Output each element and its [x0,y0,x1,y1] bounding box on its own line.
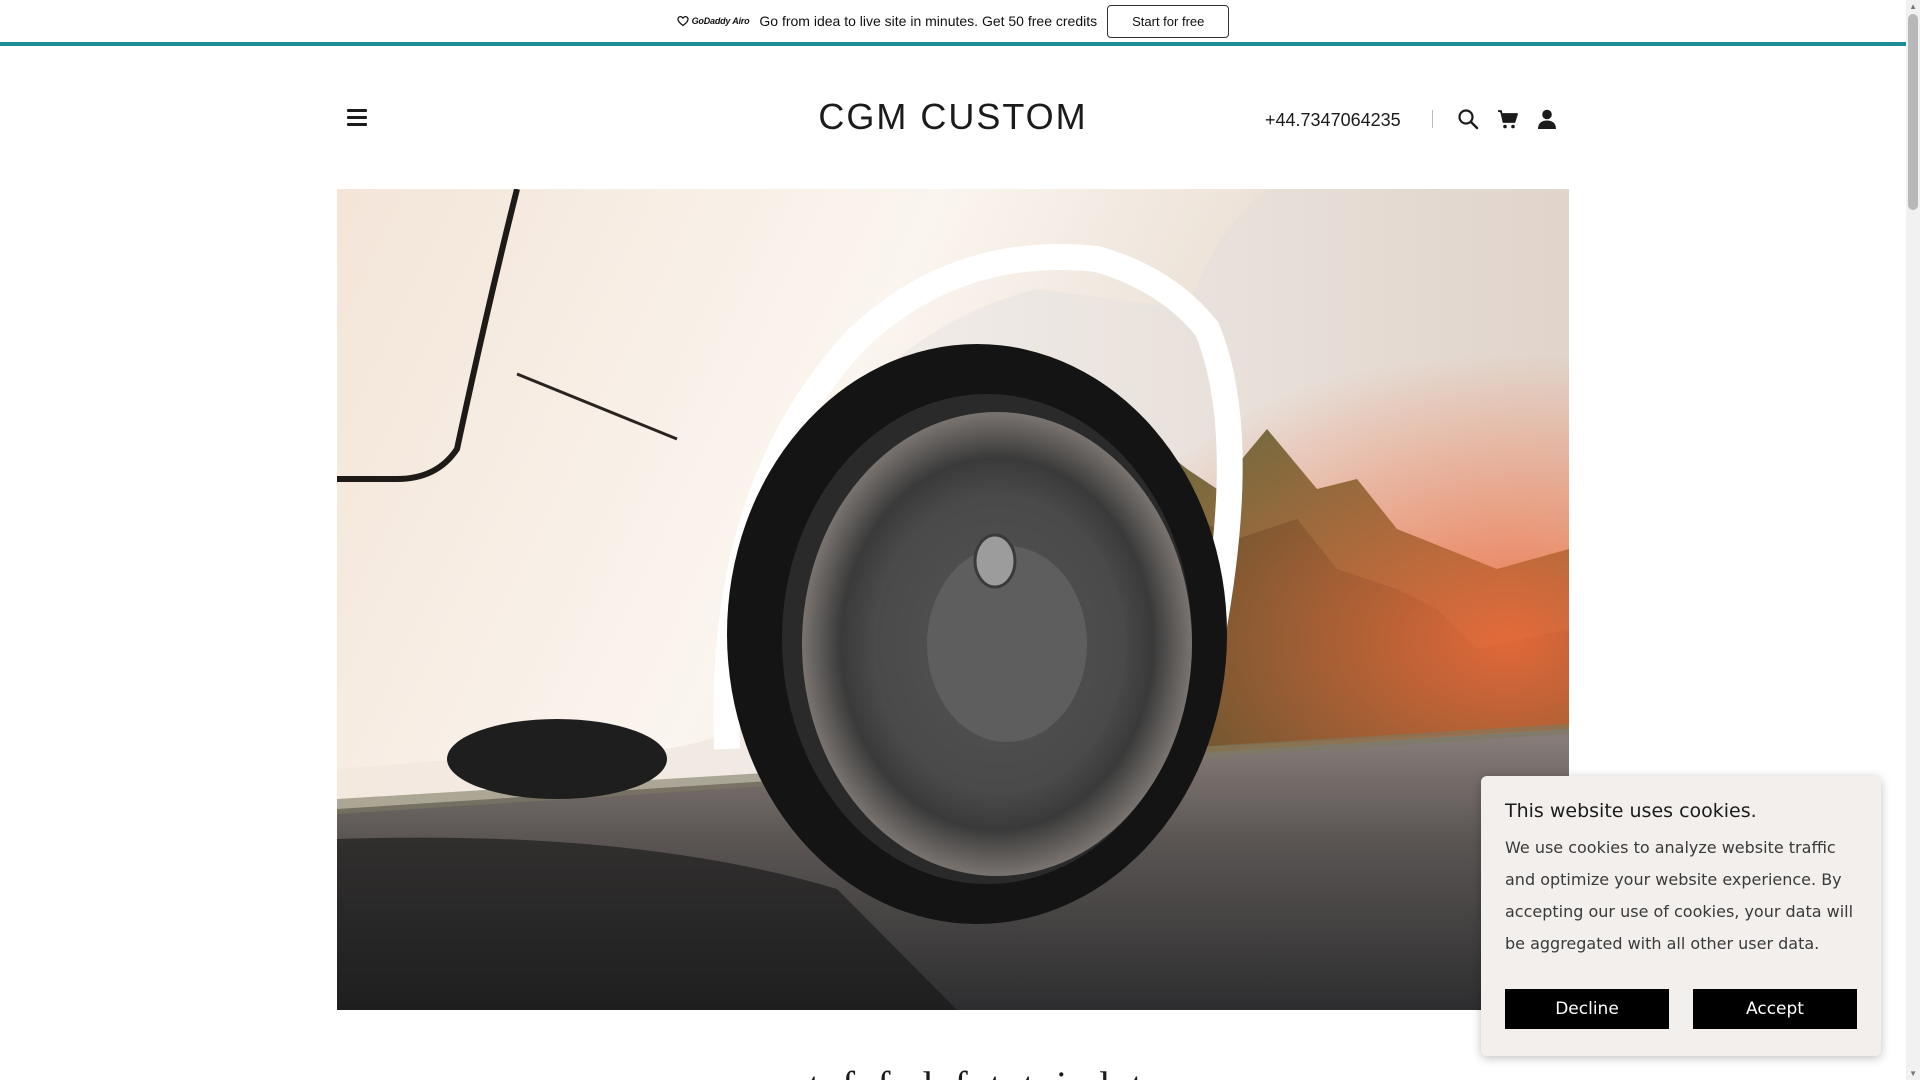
cart-icon[interactable] [1497,108,1519,130]
search-icon[interactable] [1457,108,1479,130]
hero-image [337,189,1569,1010]
scroll-down-arrow-icon[interactable]: ▼ [1909,1069,1917,1078]
heart-logo-icon [676,15,689,27]
page-scrollbar[interactable]: ▲ ▼ [1906,0,1920,1080]
start-for-free-button[interactable]: Start for free [1107,4,1230,38]
promo-bar: GoDaddy Airo Go from idea to live site i… [0,0,1906,46]
promo-message: Go from idea to live site in minutes. Ge… [759,13,1098,29]
header-divider [1432,110,1433,128]
decline-button[interactable]: Decline [1505,989,1669,1029]
cookie-consent-popup: This website uses cookies. We use cookie… [1481,776,1881,1056]
phone-number-link[interactable]: +44.7347064235 [1265,110,1401,131]
cookie-buttons: Decline Accept [1505,989,1857,1029]
cookie-title: This website uses cookies. [1505,800,1757,822]
logo-text: GoDaddy Airo [691,16,750,26]
cookie-body-text: We use cookies to analyze website traffi… [1505,838,1854,953]
section-heading-partial: w t f f d f t t i d t [337,1062,1569,1080]
scrollbar-thumb[interactable] [1908,14,1918,210]
account-icon[interactable] [1536,108,1558,130]
scroll-up-arrow-icon[interactable]: ▲ [1909,2,1917,11]
car-wheel-illustration [337,189,1569,1010]
accept-button[interactable]: Accept [1693,989,1857,1029]
godaddy-logo: GoDaddy Airo [676,15,750,27]
site-title-link[interactable]: CGM CUSTOM [818,96,1087,137]
site-header: CGM CUSTOM +44.7347064235 [337,90,1569,150]
